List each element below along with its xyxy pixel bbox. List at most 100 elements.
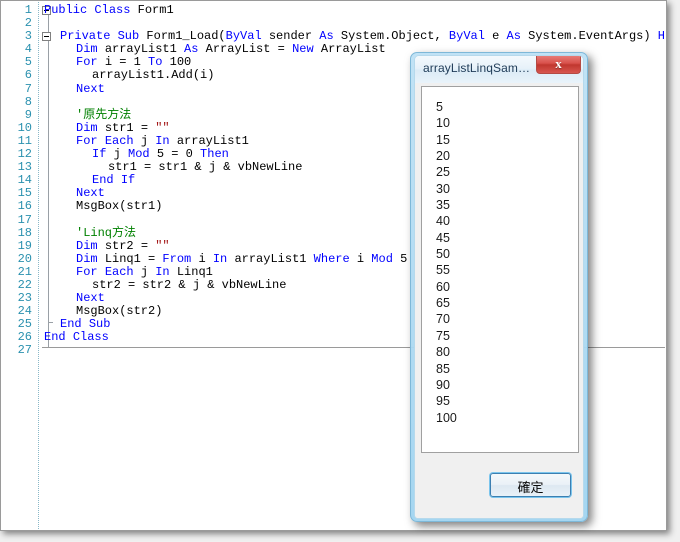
code-token: Sub — [88, 317, 111, 332]
code-token: For — [76, 55, 105, 70]
ok-button-label: 確定 — [517, 481, 544, 496]
output-value: 60 — [436, 279, 450, 294]
code-token: Private — [60, 29, 118, 44]
code-line-text: str1 = str1 & j & vbNewLine — [44, 161, 302, 174]
code-token: Dim — [76, 42, 105, 57]
code-token: Each — [104, 264, 141, 279]
code-token: "" — [155, 238, 170, 253]
code-token: Class — [72, 330, 109, 345]
output-value: 70 — [436, 312, 450, 327]
code-token: Dim — [76, 238, 105, 253]
code-token: Form1_Load( — [146, 29, 226, 44]
output-value: 95 — [436, 394, 450, 409]
code-token: j — [140, 133, 156, 148]
dialog-title: arrayListLinqSam… — [423, 61, 531, 75]
output-value: 65 — [436, 296, 450, 311]
line-number: 9 — [24, 107, 32, 122]
code-token: i = 1 — [104, 55, 149, 70]
code-token: j — [140, 264, 156, 279]
code-token: System.EventArgs) — [528, 29, 658, 44]
code-token: MsgBox(str1) — [76, 199, 163, 214]
code-token: System.Object, — [340, 29, 449, 44]
code-token: Linq1 — [176, 264, 213, 279]
line-number: 6 — [24, 68, 32, 83]
code-token: Linq1 = — [104, 251, 163, 266]
code-token: Dim — [76, 120, 105, 135]
ok-button[interactable]: 確定 — [490, 473, 571, 497]
code-token: In — [155, 264, 177, 279]
code-token: ByVal — [448, 29, 493, 44]
output-text-area[interactable]: 5 10 15 20 25 30 35 40 45 50 55 60 65 70 75 80 85 90 95 100 — [421, 86, 579, 453]
code-token: Next — [76, 186, 105, 201]
output-value: 30 — [436, 181, 450, 196]
code-token: End — [44, 330, 73, 345]
output-value: 80 — [436, 345, 450, 360]
code-token: arrayList1 — [104, 42, 185, 57]
dialog-titlebar[interactable]: arrayListLinqSam… x — [415, 56, 583, 84]
code-token: Sub — [117, 29, 147, 44]
line-number: 10 — [17, 120, 32, 135]
code-token: Mod — [128, 147, 157, 162]
code-token: If — [92, 147, 114, 162]
close-icon-glyph: x — [555, 56, 562, 71]
output-value: 55 — [436, 263, 450, 278]
line-number: 20 — [17, 251, 32, 266]
code-token: As — [319, 29, 341, 44]
code-token: For — [76, 133, 105, 148]
code-token: i — [356, 251, 372, 266]
code-line-text: arrayList1.Add(i) — [44, 69, 214, 82]
code-line-text: MsgBox(str1) — [44, 200, 162, 213]
dialog-body: 5 10 15 20 25 30 35 40 45 50 55 60 65 70 75 80 85 90 95 100… — [415, 83, 583, 518]
line-number: 16 — [17, 199, 32, 214]
code-token: As — [184, 42, 206, 57]
dialog-footer: 確定 — [415, 458, 583, 518]
code-token: e — [492, 29, 507, 44]
code-line-text: End Class — [44, 331, 109, 344]
close-icon[interactable]: x — [536, 56, 581, 74]
code-token: Next — [76, 81, 105, 96]
output-value: 45 — [436, 230, 450, 245]
output-value: 15 — [436, 132, 450, 147]
output-value: 75 — [436, 328, 450, 343]
line-number: 27 — [17, 343, 32, 358]
code-token: End — [60, 317, 89, 332]
code-token: Form1 — [137, 3, 174, 17]
code-token: New — [292, 42, 321, 57]
line-number: 19 — [17, 238, 32, 253]
screen: 1 Public Class Form1 2 3 Private Sub Form1_L… — [0, 0, 680, 542]
line-number: 18 — [17, 225, 32, 240]
output-value: 50 — [436, 247, 450, 262]
code-token: "" — [155, 120, 170, 135]
code-token: str2 = — [104, 238, 156, 253]
code-token: j — [113, 147, 129, 162]
code-token: arrayList1 — [176, 133, 249, 148]
code-token: 'Linq方法 — [76, 225, 137, 240]
line-number: 7 — [24, 81, 32, 96]
code-token: If — [120, 173, 136, 188]
code-token: In — [212, 251, 235, 266]
output-value: 90 — [436, 377, 450, 392]
code-token: From — [162, 251, 199, 266]
code-token: MsgBox(str2) — [76, 304, 163, 319]
code-token: 100 — [169, 55, 192, 70]
code-token: ByVal — [225, 29, 269, 44]
output-value: 20 — [436, 149, 450, 164]
code-token: ArrayList = — [205, 42, 293, 57]
code-token: To — [148, 55, 170, 70]
code-token: Each — [104, 133, 141, 148]
line-number: 17 — [17, 212, 32, 227]
code-token: Next — [76, 291, 105, 306]
output-value: 35 — [436, 198, 450, 213]
code-token: Public — [44, 3, 95, 17]
output-value: 5 — [436, 100, 443, 114]
output-value: 85 — [436, 361, 450, 376]
output-value: 25 — [436, 165, 450, 180]
code-token: ArrayList — [320, 42, 386, 57]
output-value: 40 — [436, 214, 450, 229]
line-number: 8 — [24, 94, 32, 109]
code-token: Handles — [657, 29, 665, 44]
code-line-text: Next — [44, 81, 105, 96]
code-token: 5 = 0 — [156, 147, 201, 162]
code-token: arrayList1 — [234, 251, 314, 266]
code-token: i — [198, 251, 213, 266]
